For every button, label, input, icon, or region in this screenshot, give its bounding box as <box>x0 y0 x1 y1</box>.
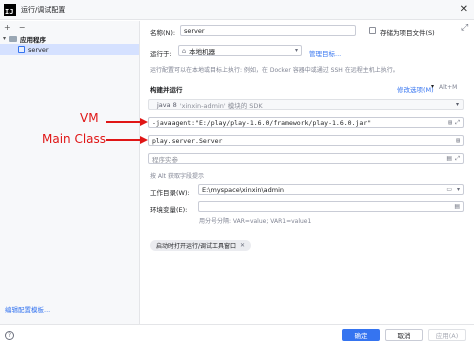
remove-chip-icon[interactable]: ✕ <box>240 242 245 249</box>
modify-options-link[interactable]: 修改选项(M) <box>397 84 434 94</box>
add-config-icon[interactable]: + <box>4 23 11 32</box>
apply-button[interactable]: 应用(A) <box>428 329 466 341</box>
store-as-project-file-checkbox[interactable] <box>369 27 376 34</box>
main-class-arrow-head-icon <box>140 136 148 144</box>
expand-field-icon[interactable]: ▤ <box>448 119 452 126</box>
main-class-input[interactable]: play.server.Server ▤ <box>148 135 464 146</box>
tree-group-application[interactable]: ▾ 应用程序 <box>0 33 139 44</box>
build-and-run-heading: 构建并运行 <box>150 86 183 94</box>
close-window-icon[interactable]: ✕ <box>460 4 468 15</box>
name-input[interactable]: server <box>180 25 356 36</box>
fullscreen-icon[interactable]: ⤢ <box>455 119 460 127</box>
folder-icon <box>9 35 18 42</box>
name-label: 名称(N): <box>150 29 176 37</box>
name-value: server <box>184 26 205 35</box>
vm-annotation-arrow <box>106 121 144 123</box>
fullscreen-icon[interactable]: ⤢ <box>455 155 460 163</box>
expand-icon[interactable]: ⤢ <box>461 23 468 33</box>
application-config-icon <box>18 46 25 53</box>
tree-item-server[interactable]: server <box>0 44 139 55</box>
chevron-down-icon[interactable]: ▾ <box>3 35 6 42</box>
edit-templates-link[interactable]: 编辑配置模板... <box>5 304 50 314</box>
home-icon: ⌂ <box>182 46 187 55</box>
environment-variables-hint: 用分号分隔: VAR=value; VAR1=value1 <box>199 218 312 225</box>
program-arguments-placeholder: 程序实参 <box>152 155 178 164</box>
manage-targets-link[interactable]: 管理目标... <box>309 48 341 58</box>
vm-annotation-label: VM <box>80 111 99 125</box>
working-directory-input[interactable]: E:\myspace\xinxin\admin ▭ ▾ <box>198 184 464 195</box>
title-bar: IJ 运行/调试配置 ✕ <box>0 0 474 20</box>
help-icon[interactable]: ? <box>5 331 14 340</box>
chevron-down-icon: ▾ <box>455 101 459 108</box>
config-form: 名称(N): server 存储为项目文件(S) ⤢ 运行于: ⌂ 本地机器 ▾… <box>141 21 474 324</box>
main-class-annotation-arrow <box>106 139 144 141</box>
main-class-annotation-label: Main Class <box>42 132 107 146</box>
window-title: 运行/调试配置 <box>21 5 66 14</box>
sdk-value: java 8 <box>157 100 177 109</box>
ok-button[interactable]: 确定 <box>342 329 380 341</box>
run-on-label: 运行于: <box>150 50 172 58</box>
open-tool-window-option-chip[interactable]: 启动时打开运行/调试工具窗口 ✕ <box>150 240 252 251</box>
working-directory-label: 工作目录(W): <box>150 189 190 197</box>
vm-arrow-head-icon <box>140 118 148 126</box>
cancel-button[interactable]: 取消 <box>385 329 423 341</box>
store-as-project-file-label: 存储为项目文件(S) <box>380 29 435 37</box>
sdk-suffix: 'xinxin-admin' 模块的 SDK <box>179 101 263 110</box>
working-directory-value: E:\myspace\xinxin\admin <box>202 185 285 194</box>
program-arguments-input[interactable]: 程序实参 ▤ ⤢ <box>148 153 464 164</box>
chevron-down-icon: ▾ <box>294 47 298 54</box>
expand-field-icon[interactable]: ▤ <box>446 155 452 162</box>
main-class-value: play.server.Server <box>152 136 223 145</box>
alt-hint: 按 Alt 获取字段提示 <box>150 173 204 180</box>
tree-toolbar: + − <box>0 21 139 33</box>
modify-options-shortcut: Alt+M <box>439 84 458 91</box>
app-logo-icon: IJ <box>4 3 16 16</box>
run-on-hint: 运行配置可以在本地或目标上执行: 例如，在 Docker 容器中或通过 SSH … <box>150 67 399 74</box>
modify-options-chevron-icon[interactable]: ▾ <box>431 83 434 90</box>
edit-variables-icon[interactable]: ▤ <box>454 203 460 210</box>
remove-config-icon[interactable]: − <box>19 23 26 32</box>
tree-item-label: server <box>28 45 49 54</box>
vm-options-value: -javaagent:"E:/play/play-1.6.0/framework… <box>152 118 372 127</box>
chip-label: 启动时打开运行/调试工具窗口 <box>156 243 237 250</box>
folder-browse-icon[interactable]: ▭ <box>446 186 452 193</box>
dialog-footer: ? 确定 取消 应用(A) <box>0 324 474 345</box>
run-on-select[interactable]: ⌂ 本地机器 ▾ <box>178 45 302 56</box>
chevron-down-icon[interactable]: ▾ <box>457 186 460 193</box>
tree-group-label: 应用程序 <box>20 35 47 44</box>
browse-class-icon[interactable]: ▤ <box>456 137 460 144</box>
environment-variables-input[interactable]: ▤ <box>198 201 464 212</box>
jdk-select[interactable]: java 8 'xinxin-admin' 模块的 SDK ▾ <box>148 99 464 110</box>
config-tree-panel: + − ▾ 应用程序 server 编辑配置模板... <box>0 21 140 324</box>
environment-variables-label: 环境变量(E): <box>150 206 188 214</box>
vm-options-input[interactable]: -javaagent:"E:/play/play-1.6.0/framework… <box>148 117 464 128</box>
run-on-value: 本地机器 <box>189 47 216 56</box>
